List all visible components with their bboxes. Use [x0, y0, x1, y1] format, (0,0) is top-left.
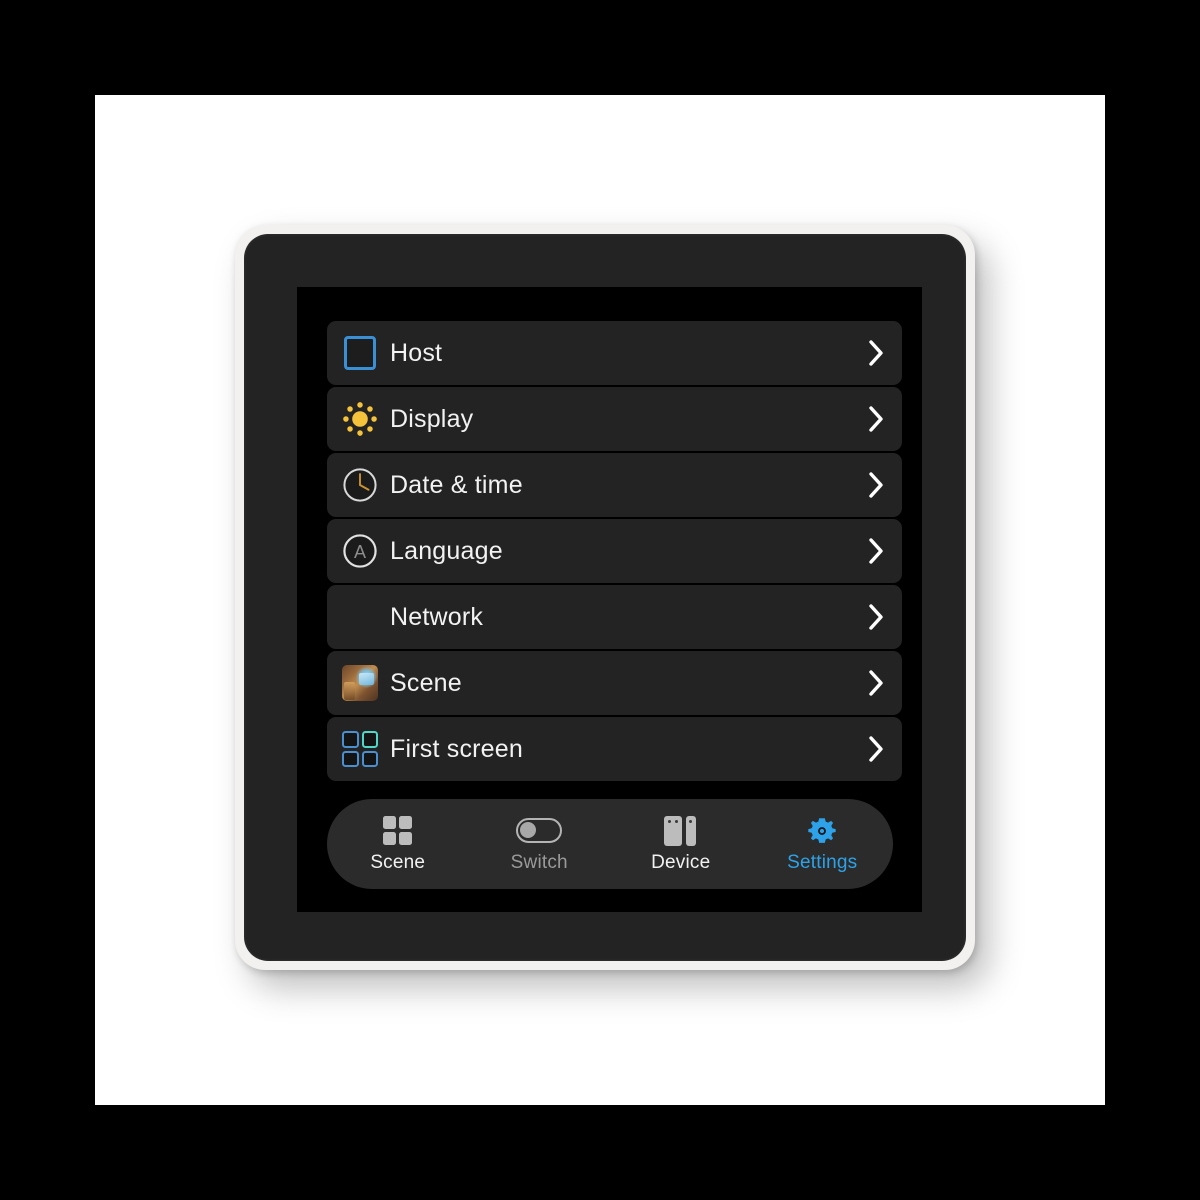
gear-icon	[807, 815, 837, 847]
settings-row-label: First screen	[390, 734, 523, 763]
settings-row-host[interactable]: Host	[327, 321, 902, 385]
settings-row-label: Host	[390, 338, 443, 367]
tab-label: Device	[651, 851, 711, 873]
chevron-right-icon[interactable]	[867, 536, 885, 566]
grid-four-icon	[341, 730, 379, 768]
settings-row-label: Network	[390, 602, 484, 631]
tab-settings[interactable]: Settings	[752, 799, 894, 889]
chevron-right-icon[interactable]	[867, 338, 885, 368]
device-screen: Host Display Date & time A Language Netw…	[297, 287, 922, 912]
language-a-icon: A	[341, 532, 379, 570]
tab-label: Scene	[370, 851, 426, 873]
settings-row-date-time[interactable]: Date & time	[327, 453, 902, 517]
product-photo-background: Host Display Date & time A Language Netw…	[95, 95, 1105, 1105]
no-icon-placeholder	[341, 598, 379, 636]
settings-row-language[interactable]: A Language	[327, 519, 902, 583]
sun-brightness-icon	[341, 400, 379, 438]
tab-label: Switch	[510, 851, 568, 873]
settings-row-label: Display	[390, 404, 474, 433]
settings-row-display[interactable]: Display	[327, 387, 902, 451]
tab-scene[interactable]: Scene	[327, 799, 469, 889]
tab-device[interactable]: Device	[610, 799, 752, 889]
device-bezel: Host Display Date & time A Language Netw…	[244, 234, 966, 961]
toggle-off-icon	[516, 815, 563, 847]
host-square-icon	[341, 334, 379, 372]
scene-photo-icon	[341, 664, 379, 702]
device-panels-icon	[663, 815, 698, 847]
settings-row-first-screen[interactable]: First screen	[327, 717, 902, 781]
smart-panel-device: Host Display Date & time A Language Netw…	[235, 225, 975, 970]
settings-list: Host Display Date & time A Language Netw…	[327, 321, 902, 783]
settings-row-label: Scene	[390, 668, 462, 697]
settings-row-scene[interactable]: Scene	[327, 651, 902, 715]
bottom-tab-bar: Scene Switch Device Settings	[327, 799, 893, 889]
chevron-right-icon[interactable]	[867, 734, 885, 764]
settings-row-network[interactable]: Network	[327, 585, 902, 649]
tab-switch[interactable]: Switch	[469, 799, 611, 889]
tab-label: Settings	[787, 851, 858, 873]
chevron-right-icon[interactable]	[867, 470, 885, 500]
chevron-right-icon[interactable]	[867, 668, 885, 698]
grid-squares-icon	[383, 815, 413, 847]
svg-text:A: A	[354, 542, 366, 562]
settings-row-label: Language	[390, 536, 503, 565]
chevron-right-icon[interactable]	[867, 404, 885, 434]
settings-row-label: Date & time	[390, 470, 523, 499]
clock-icon	[341, 466, 379, 504]
chevron-right-icon[interactable]	[867, 602, 885, 632]
